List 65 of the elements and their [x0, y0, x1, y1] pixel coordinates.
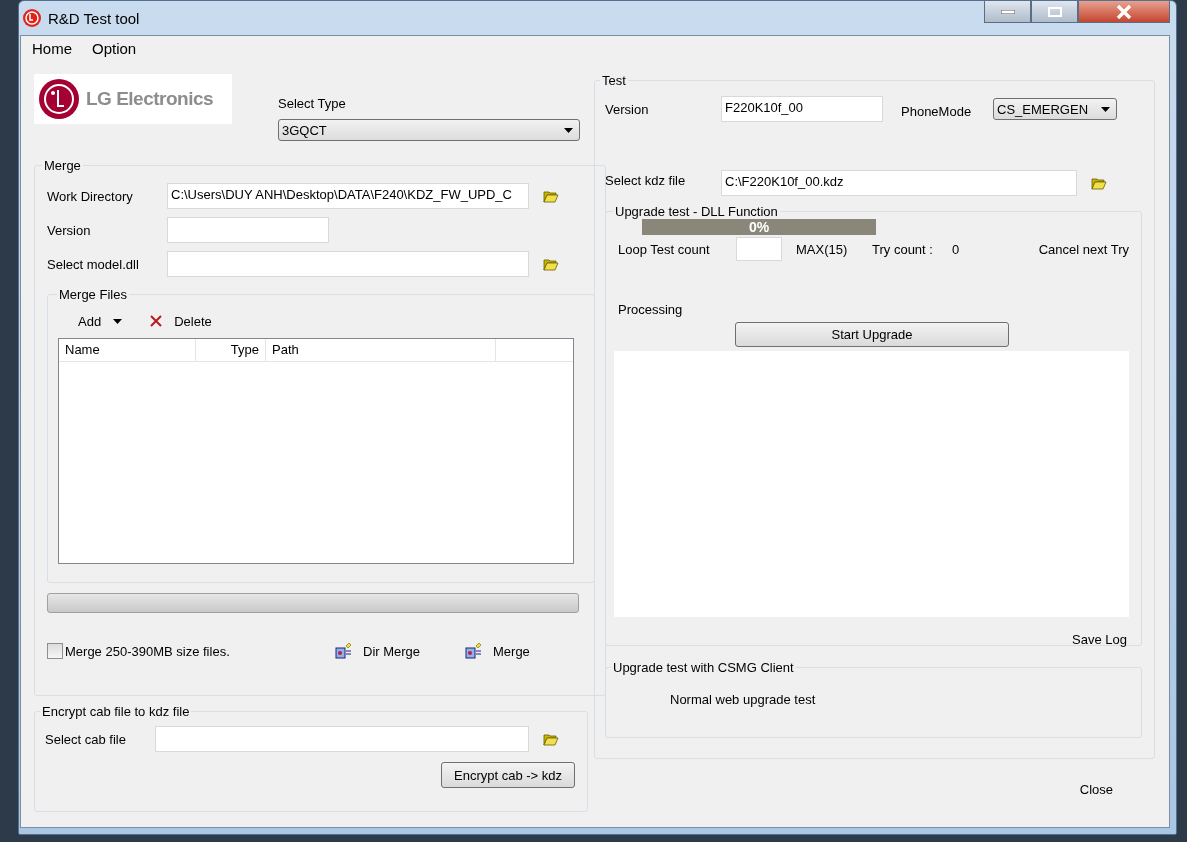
- company-logo: LG Electronics: [34, 74, 232, 124]
- text-field[interactable]: C:\F220K10f_00.kdz: [721, 170, 1077, 196]
- menu-item[interactable]: Option: [89, 39, 140, 57]
- folder-icon[interactable]: [543, 257, 559, 271]
- field-label: Version: [605, 101, 650, 117]
- field-label: Work Directory: [47, 188, 134, 204]
- delete-button[interactable]: Delete: [150, 313, 212, 329]
- field-label: Loop Test count: [618, 241, 711, 257]
- group-title: Upgrade test - DLL Function: [614, 204, 779, 219]
- field-label: PhoneMode: [901, 102, 973, 119]
- field-label: Select kdz file: [605, 173, 687, 190]
- folder-icon[interactable]: [543, 189, 559, 203]
- type-dropdown[interactable]: 3GQCT: [278, 119, 580, 141]
- field-label: Select Type: [278, 96, 347, 111]
- group-title: Encrypt cab file to kdz file: [41, 704, 191, 719]
- group-title: Merge: [43, 158, 82, 173]
- text-field[interactable]: [167, 251, 529, 277]
- maximize-button[interactable]: [1031, 1, 1078, 23]
- close-button[interactable]: Close: [1079, 781, 1113, 797]
- close-button[interactable]: [1078, 1, 1170, 23]
- delete-icon: [150, 315, 163, 327]
- field-label: MAX(15): [796, 241, 849, 257]
- phone-mode-dropdown[interactable]: CS_EMERGEN: [993, 98, 1117, 120]
- cancel-button[interactable]: Cancel next Try: [1038, 241, 1129, 257]
- web-upgrade-button[interactable]: Normal web upgrade test: [670, 691, 816, 707]
- try-count-value: 0: [952, 241, 961, 257]
- field-label: Version: [47, 222, 92, 238]
- menu-item[interactable]: Home: [29, 39, 75, 57]
- document-arrows-icon: [335, 643, 353, 659]
- checkbox[interactable]: [47, 643, 63, 659]
- folder-icon[interactable]: [1091, 177, 1107, 190]
- minimize-icon: [1000, 9, 1015, 14]
- save-log-button[interactable]: Save Log: [1072, 631, 1127, 647]
- caret-icon: [1101, 106, 1110, 112]
- add-button[interactable]: Add: [78, 313, 123, 329]
- app-logo-icon: [22, 8, 42, 28]
- text-field[interactable]: [167, 217, 329, 243]
- caret-icon: [113, 318, 123, 324]
- text-field[interactable]: F220K10f_00: [721, 96, 883, 122]
- column-header: Name: [59, 339, 196, 361]
- maximize-icon: [1047, 6, 1062, 17]
- encrypt-button[interactable]: Encrypt cab -> kdz: [441, 762, 575, 788]
- status-label: Processing: [618, 302, 683, 317]
- group-title: Test: [601, 73, 627, 88]
- start-upgrade-button[interactable]: Start Upgrade: [735, 321, 1009, 347]
- caret-icon: [564, 127, 573, 133]
- progress-text: 0%: [748, 219, 770, 235]
- window-title: R&D Test tool: [48, 9, 141, 27]
- merge-button[interactable]: Merge: [493, 643, 530, 659]
- close-icon: [1116, 4, 1132, 19]
- merge-button[interactable]: Dir Merge: [363, 643, 421, 659]
- text-field[interactable]: [736, 237, 782, 261]
- text-field[interactable]: C:\Users\DUY ANH\Desktop\DATA\F240\KDZ_FW_UPD_C: [167, 183, 529, 209]
- column-header: Path: [266, 339, 496, 361]
- group-title: Merge Files: [58, 287, 128, 302]
- field-label: Try count :: [872, 241, 934, 257]
- text-field[interactable]: [155, 726, 529, 752]
- minimize-button[interactable]: [984, 1, 1031, 23]
- field-label: Select cab file: [45, 731, 127, 747]
- folder-icon[interactable]: [543, 732, 559, 746]
- group-title: Upgrade test with CSMG Client: [612, 660, 795, 675]
- document-arrows-icon: [465, 643, 483, 659]
- field-label: Select model.dll: [47, 256, 140, 272]
- checkbox-label: Merge 250-390MB size files.: [65, 643, 231, 659]
- column-header: Type: [196, 339, 266, 361]
